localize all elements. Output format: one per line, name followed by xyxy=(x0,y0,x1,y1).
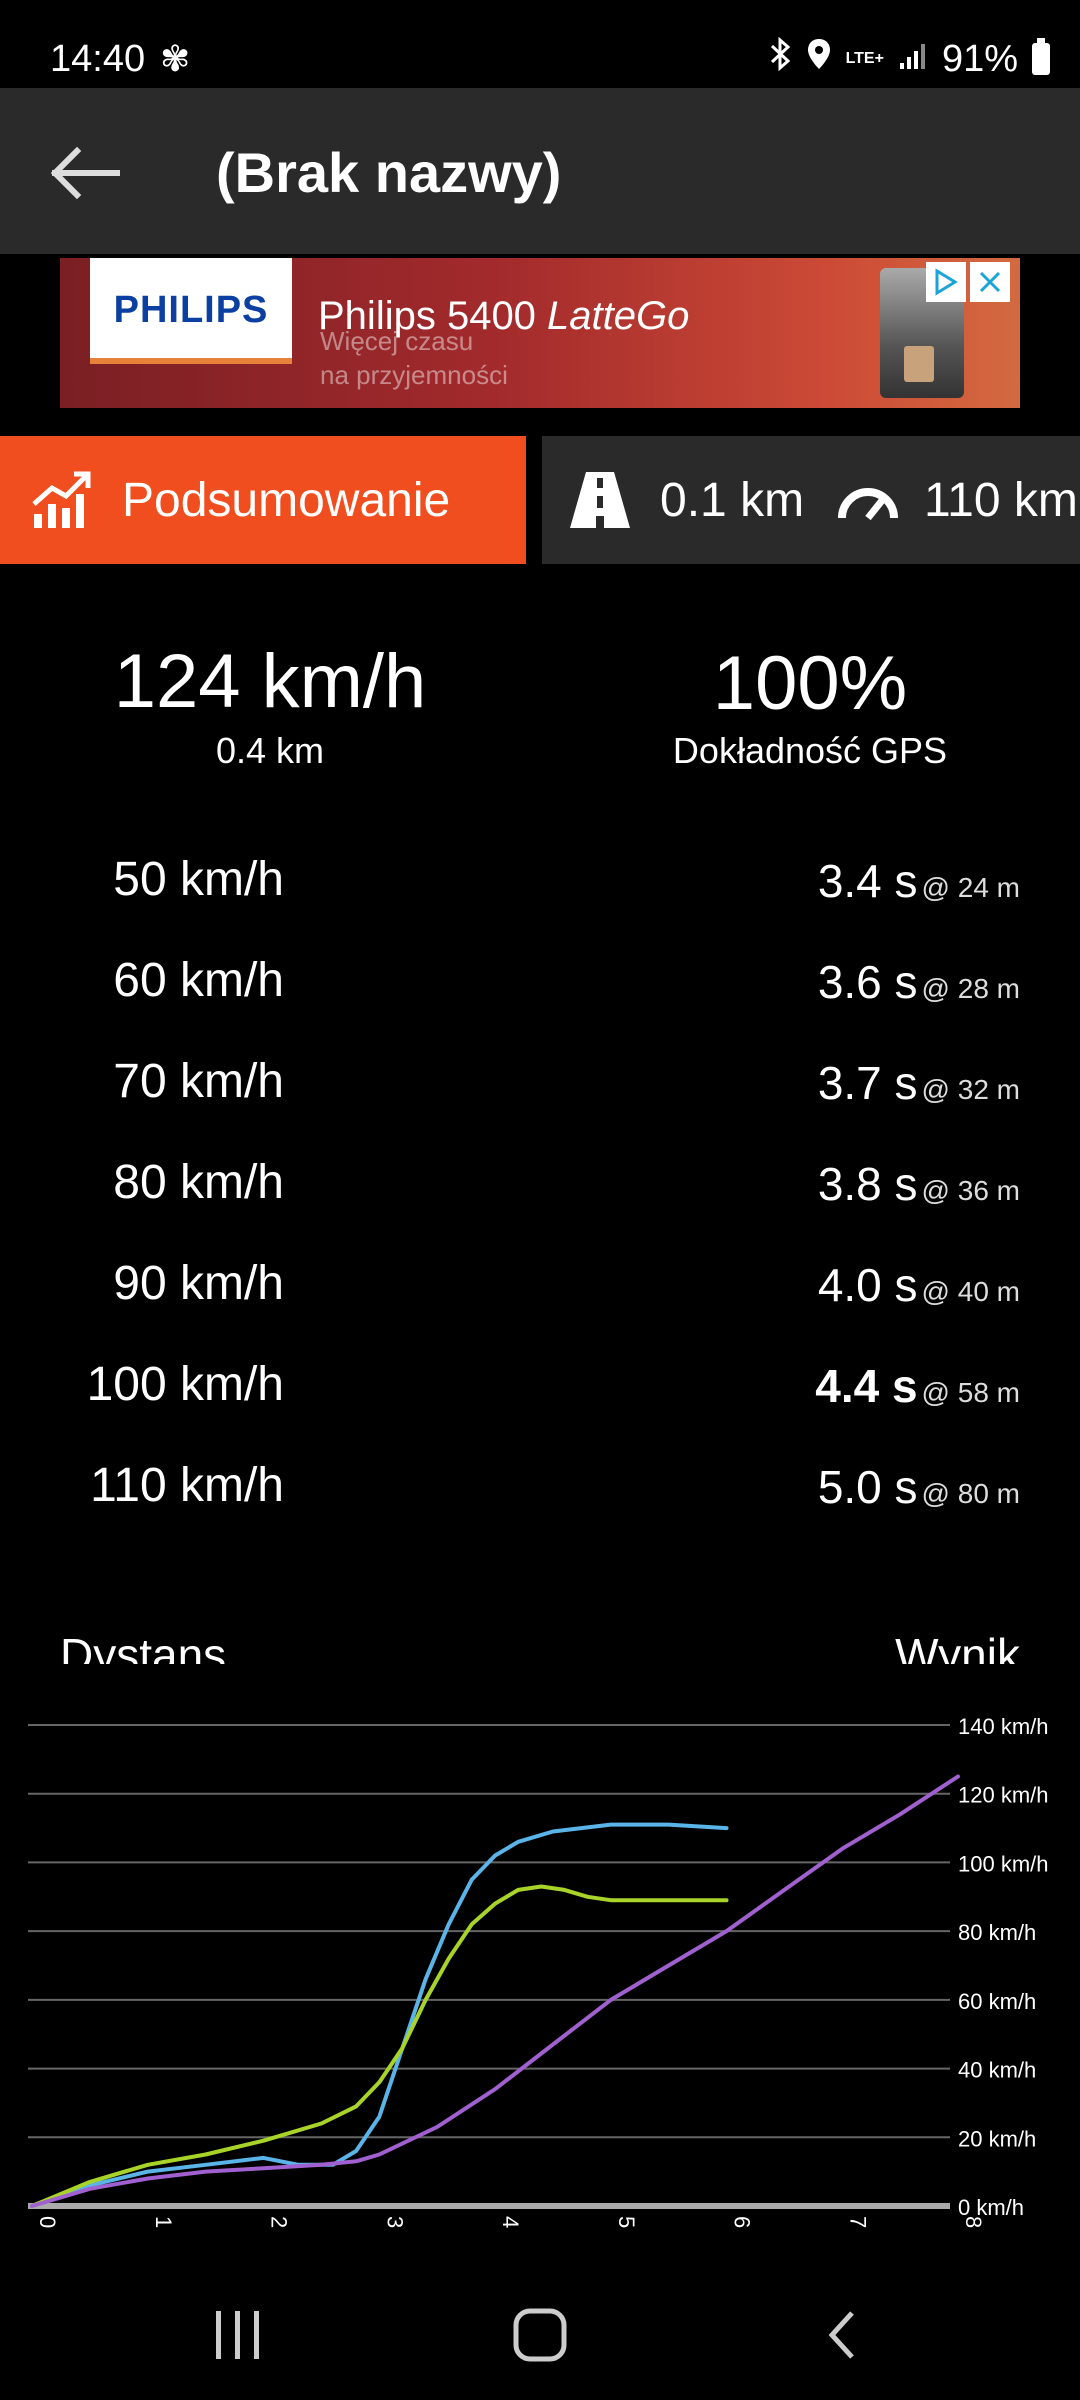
split-speed: 110 km/h xyxy=(90,1459,284,1512)
split-speed: 80 km/h xyxy=(113,1156,284,1209)
tab-summary-label: Podsumowanie xyxy=(122,473,451,527)
back-button[interactable] xyxy=(40,128,130,218)
page-title: (Brak nazwy) xyxy=(216,141,562,204)
split-distance: @ 24 m xyxy=(921,872,1020,903)
app-bar: (Brak nazwy) xyxy=(0,88,1080,254)
tab-summary[interactable]: Podsumowanie xyxy=(0,436,526,564)
split-time-value: 3.7 s xyxy=(817,1057,918,1109)
home-button[interactable] xyxy=(480,2290,600,2380)
split-distance: @ 80 m xyxy=(921,1478,1020,1509)
chart-series-line xyxy=(30,1822,729,2208)
split-speed: 60 km/h xyxy=(113,954,284,1007)
back-nav-button[interactable] xyxy=(782,2290,902,2380)
split-distance: @ 28 m xyxy=(921,973,1020,1004)
chart-x-tick-label: 4 xyxy=(498,2216,523,2228)
network-label: LTE+ xyxy=(845,50,884,67)
ad-brand-logo: PHILIPS xyxy=(90,258,292,362)
speedometer-icon xyxy=(838,488,899,521)
split-time-value: 4.4 s xyxy=(815,1360,918,1412)
split-distance: @ 36 m xyxy=(921,1175,1020,1206)
chart-series-line xyxy=(30,1774,960,2208)
status-bar: 14:40 ✾ LTE+ 91% xyxy=(0,0,1080,88)
split-time: 5.0 s @ 80 m xyxy=(818,1460,1020,1514)
chart-growth-icon xyxy=(32,471,91,528)
top-speed-distance: 0.4 km xyxy=(215,730,325,771)
chart-y-tick-label: 100 km/h xyxy=(958,1851,1049,1876)
split-time-value: 4.0 s xyxy=(817,1259,918,1311)
chart-x-tick-label: 1 xyxy=(151,2216,176,2228)
status-right: LTE+ 91% xyxy=(770,36,1050,82)
tab-run-speed: 110 km xyxy=(924,473,1078,527)
speed-chart: 0 km/h20 km/h40 km/h60 km/h80 km/h100 km… xyxy=(28,1714,1049,2228)
split-time: 4.0 s @ 40 m xyxy=(818,1258,1020,1312)
home-icon xyxy=(513,2308,567,2362)
split-time-value: 5.0 s xyxy=(817,1461,918,1513)
split-time-value: 3.4 s xyxy=(817,855,918,907)
arrow-left-icon xyxy=(50,146,120,200)
split-distance: @ 32 m xyxy=(921,1074,1020,1105)
split-time-value: 3.8 s xyxy=(817,1158,918,1210)
chart-y-tick-label: 140 km/h xyxy=(958,1714,1049,1739)
gps-accuracy-label: Dokładność GPS xyxy=(672,730,948,771)
split-speed: 70 km/h xyxy=(113,1055,284,1108)
chart-y-tick-label: 120 km/h xyxy=(958,1783,1049,1808)
split-speed: 100 km/h xyxy=(86,1358,284,1411)
chart-x-tick-label: 5 xyxy=(614,2216,639,2228)
chevron-left-icon xyxy=(828,2311,854,2359)
split-time: 3.4 s @ 24 m xyxy=(818,854,1020,908)
split-speed: 90 km/h xyxy=(113,1257,284,1310)
tab-run[interactable]: 0.1 km 110 km xyxy=(542,436,1080,564)
split-time-value: 3.6 s xyxy=(817,956,918,1008)
split-time: 3.6 s @ 28 m xyxy=(818,955,1020,1009)
recent-apps-button[interactable] xyxy=(178,2290,298,2380)
chart-x-tick-label: 6 xyxy=(730,2216,755,2228)
navigation-bar xyxy=(0,2270,1080,2400)
bluetooth-icon xyxy=(770,36,792,81)
split-time: 4.4 s @ 58 m xyxy=(815,1359,1020,1413)
split-distance: @ 58 m xyxy=(921,1377,1020,1408)
chart-series-line xyxy=(30,1884,729,2208)
top-speed-value: 124 km/h xyxy=(113,639,427,724)
ad-banner[interactable]: PHILIPS Więcej czasu Philips 5400 LatteG… xyxy=(60,258,1020,408)
split-distance: @ 40 m xyxy=(921,1276,1020,1307)
chart-y-tick-label: 20 km/h xyxy=(958,2126,1036,2151)
signal-icon xyxy=(898,38,928,81)
chart-y-tick-label: 80 km/h xyxy=(958,1920,1036,1945)
tab-run-distance: 0.1 km xyxy=(660,473,805,527)
ad-headline-product: LatteGo xyxy=(547,294,690,338)
chart-x-tick-label: 7 xyxy=(845,2216,870,2228)
fan-icon: ✾ xyxy=(160,38,191,79)
battery-icon xyxy=(1032,38,1050,75)
gps-accuracy-value: 100% xyxy=(712,641,908,710)
chart-x-tick-label: 8 xyxy=(961,2216,986,2228)
ad-close-icon[interactable] xyxy=(970,262,1010,302)
split-speed: 50 km/h xyxy=(113,853,284,906)
battery-percent: 91% xyxy=(941,37,1018,80)
ad-choices-icon[interactable] xyxy=(926,262,966,302)
ad-headline-prefix: Philips 5400 xyxy=(318,294,548,338)
split-time: 3.7 s @ 32 m xyxy=(818,1056,1020,1110)
road-icon xyxy=(570,472,630,528)
chart-y-tick-label: 60 km/h xyxy=(958,1989,1036,2014)
distance-section-label: Dystans xyxy=(60,1629,227,1664)
ad-logo-stripe xyxy=(90,358,292,364)
ad-subline-2: na przyjemności xyxy=(320,360,508,390)
ad-headline: Philips 5400 LatteGo xyxy=(318,294,689,339)
chart-x-tick-label: 0 xyxy=(35,2216,60,2228)
location-icon xyxy=(806,37,832,81)
chart-x-tick-label: 3 xyxy=(382,2216,407,2228)
status-time: 14:40 xyxy=(50,38,146,80)
result-section-label: Wynik xyxy=(895,1629,1020,1664)
chart-y-tick-label: 40 km/h xyxy=(958,2058,1036,2083)
chart-x-tick-label: 2 xyxy=(267,2216,292,2228)
split-time: 3.8 s @ 36 m xyxy=(818,1157,1020,1211)
recent-apps-icon xyxy=(216,2311,259,2359)
